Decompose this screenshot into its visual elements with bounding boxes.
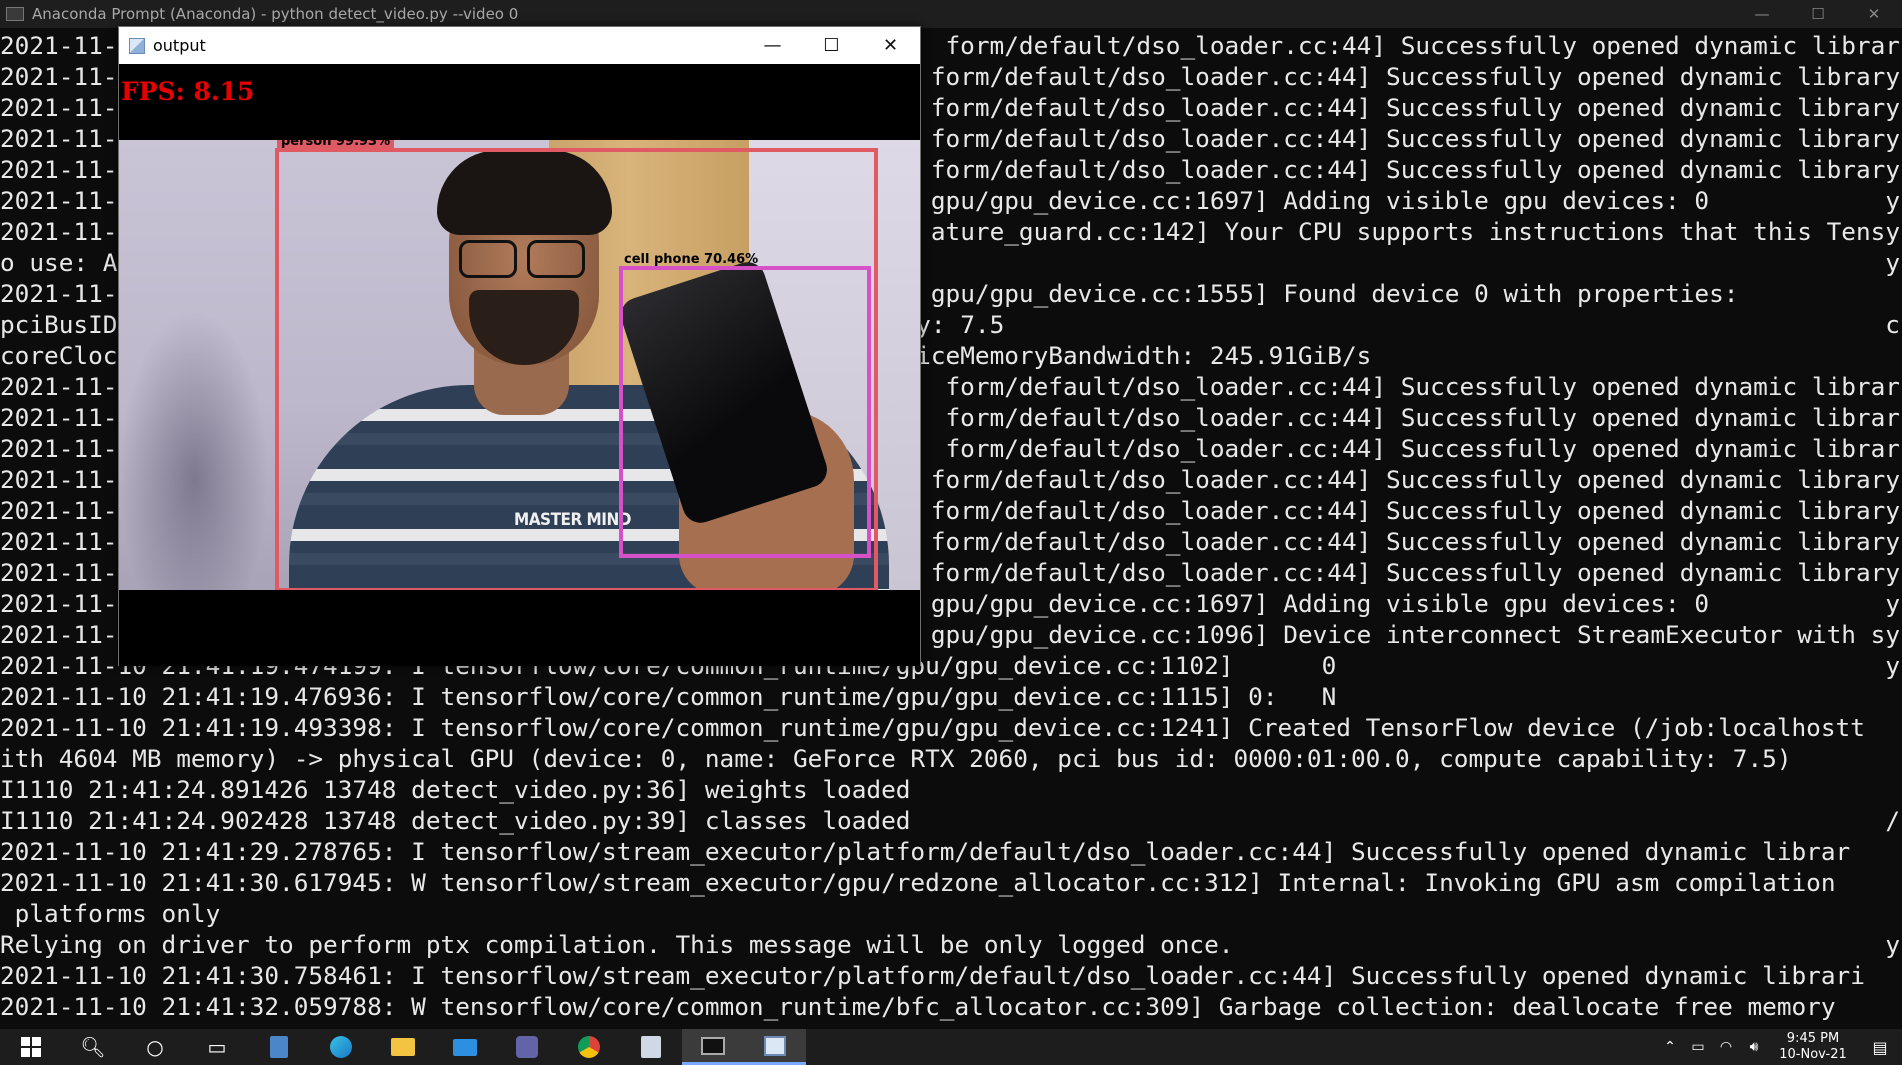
output-window-icon[interactable] — [744, 1029, 806, 1065]
person-detection-label: person 99.93% — [277, 140, 395, 149]
console-line: 2021-11- — [0, 465, 118, 494]
console-line: 2021-11- — [0, 434, 118, 463]
console-line: 2021-11- — [0, 372, 118, 401]
console-maximize-button[interactable]: ☐ — [1790, 0, 1846, 28]
wifi-icon[interactable]: ◠ — [1712, 1039, 1740, 1055]
terminal-icon[interactable] — [682, 1029, 744, 1065]
minimize-button[interactable]: — — [743, 27, 802, 64]
teams-icon[interactable] — [496, 1029, 558, 1065]
console-line: 2021-11- — [0, 31, 118, 60]
console-line-continuation: form/default/dso_loader.cc:44] Successfu… — [930, 124, 1900, 153]
windows-logo-icon — [21, 1037, 41, 1057]
battery-icon[interactable]: ▭ — [1684, 1039, 1712, 1055]
console-line: pciBusID — [0, 310, 118, 339]
console-line: 2021-11- — [0, 124, 118, 153]
window-icon — [129, 37, 145, 54]
volume-icon[interactable]: 🔊︎ — [1740, 1039, 1768, 1055]
console-line: coreCloc — [0, 341, 118, 370]
cell-phone-detection-label: cell phone 70.46% — [624, 252, 759, 267]
output-title: output — [153, 36, 206, 55]
console-line: 2021-11- — [0, 620, 118, 649]
console-line-continuation: gpu/gpu_device.cc:1555] Found device 0 w… — [930, 279, 1900, 308]
start-button[interactable] — [0, 1029, 62, 1065]
console-line-continuation: y: 7.5 c — [916, 310, 1900, 339]
console-line-continuation: form/default/dso_loader.cc:44] Successfu… — [930, 155, 1900, 184]
console-title: Anaconda Prompt (Anaconda) - python dete… — [32, 5, 519, 23]
console-line: 2021-11- — [0, 589, 118, 618]
console-line: platforms only — [0, 899, 221, 928]
console-line: 2021-11- — [0, 403, 118, 432]
console-titlebar: Anaconda Prompt (Anaconda) - python dete… — [0, 0, 1902, 28]
console-line-continuation: y — [1885, 248, 1900, 277]
console-line: 2021-11- — [0, 62, 118, 91]
console-line: 2021-11-10 21:41:19.476936: I tensorflow… — [0, 682, 1337, 711]
console-line: 2021-11- — [0, 155, 118, 184]
task-view-icon[interactable]: ▭ — [186, 1029, 248, 1065]
files-icon[interactable] — [620, 1029, 682, 1065]
console-line-continuation: form/default/dso_loader.cc:44] Successfu… — [930, 465, 1900, 494]
shadow — [119, 310, 269, 590]
console-line-continuation: gpu/gpu_device.cc:1697] Adding visible g… — [930, 589, 1900, 618]
console-line: 2021-11-10 21:41:19.493398: I tensorflow… — [0, 713, 1865, 742]
console-line-continuation: form/default/dso_loader.cc:44] Successfu… — [930, 558, 1900, 587]
console-line-continuation: y — [1885, 930, 1900, 959]
edge-icon[interactable] — [310, 1029, 372, 1065]
maximize-button[interactable]: ☐ — [802, 27, 861, 64]
console-line-continuation: form/default/dso_loader.cc:44] Successfu… — [945, 403, 1901, 432]
notification-icon[interactable]: ▤ — [1858, 1038, 1902, 1057]
file-explorer-icon[interactable] — [372, 1029, 434, 1065]
console-line: I1110 21:41:24.891426 13748 detect_video… — [0, 775, 911, 804]
console-line: 2021-11-10 21:41:30.617945: W tensorflow… — [0, 868, 1836, 897]
console-line: 2021-11- — [0, 186, 118, 215]
console-line: 2021-11-10 21:41:30.758461: I tensorflow… — [0, 961, 1865, 990]
cortana-icon[interactable]: ○ — [124, 1029, 186, 1065]
console-app-icon — [6, 7, 24, 21]
console-line-continuation: form/default/dso_loader.cc:44] Successfu… — [945, 434, 1901, 463]
console-line: 2021-11- — [0, 279, 118, 308]
console-minimize-button[interactable]: — — [1734, 0, 1790, 28]
mail-icon[interactable] — [434, 1029, 496, 1065]
system-tray: ⌃ ▭ ◠ 🔊︎ 9:45 PM 10-Nov-21 ▤ — [1656, 1029, 1902, 1065]
cell-phone-bounding-box — [619, 266, 871, 558]
console-line-continuation: form/default/dso_loader.cc:44] Successfu… — [930, 93, 1900, 122]
search-icon[interactable]: 🔍︎ — [62, 1029, 124, 1065]
video-canvas: FPS: 8.15 MASTER MIND person 99.93% cell… — [119, 64, 920, 666]
console-line: 2021-11- — [0, 558, 118, 587]
console-line-continuation: form/default/dso_loader.cc:44] Successfu… — [930, 62, 1900, 91]
console-line: 2021-11- — [0, 496, 118, 525]
console-line-continuation: ature_guard.cc:142] Your CPU supports in… — [930, 217, 1900, 246]
console-line: o use: A — [0, 248, 118, 277]
console-line-continuation: gpu/gpu_device.cc:1697] Adding visible g… — [930, 186, 1900, 215]
close-button[interactable]: ✕ — [861, 27, 920, 64]
output-window[interactable]: output — ☐ ✕ FPS: 8.15 MASTER MIND perso… — [118, 26, 921, 666]
calculator-icon[interactable] — [248, 1029, 310, 1065]
console-line-continuation: form/default/dso_loader.cc:44] Successfu… — [945, 372, 1901, 401]
console-line-continuation: form/default/dso_loader.cc:44] Successfu… — [945, 31, 1901, 60]
console-line: 2021-11-10 21:41:29.278765: I tensorflow… — [0, 837, 1851, 866]
clock[interactable]: 9:45 PM 10-Nov-21 — [1768, 1031, 1858, 1063]
console-line-continuation: form/default/dso_loader.cc:44] Successfu… — [930, 527, 1900, 556]
chrome-icon[interactable] — [558, 1029, 620, 1065]
console-close-button[interactable]: ✕ — [1846, 0, 1902, 28]
webcam-frame: MASTER MIND person 99.93% cell phone 70.… — [119, 140, 920, 590]
clock-date: 10-Nov-21 — [1779, 1047, 1847, 1062]
taskbar: 🔍︎ ○ ▭ ⌃ ▭ ◠ 🔊︎ 9:45 PM 10-Nov-21 ▤ — [0, 1029, 1902, 1065]
console-line: I1110 21:41:24.902428 13748 detect_video… — [0, 806, 911, 835]
console-line-continuation: gpu/gpu_device.cc:1096] Device interconn… — [930, 620, 1900, 649]
show-hidden-icons-icon[interactable]: ⌃ — [1656, 1039, 1684, 1055]
clock-time: 9:45 PM — [1786, 1031, 1840, 1046]
console-line-continuation: y — [1885, 651, 1900, 680]
output-titlebar[interactable]: output — ☐ ✕ — [119, 27, 920, 64]
console-line: 2021-11- — [0, 217, 118, 246]
fps-label: FPS: 8.15 — [121, 77, 255, 106]
console-line: 2021-11- — [0, 93, 118, 122]
console-line-continuation: form/default/dso_loader.cc:44] Successfu… — [930, 496, 1900, 525]
console-line-continuation: iceMemoryBandwidth: 245.91GiB/s — [916, 341, 1900, 370]
console-line: 2021-11- — [0, 527, 118, 556]
console-line: 2021-11-10 21:41:32.059788: W tensorflow… — [0, 992, 1836, 1021]
console-line-continuation: / — [1885, 806, 1900, 835]
console-line: ith 4604 MB memory) -> physical GPU (dev… — [0, 744, 1792, 773]
console-line: Relying on driver to perform ptx compila… — [0, 930, 1234, 959]
